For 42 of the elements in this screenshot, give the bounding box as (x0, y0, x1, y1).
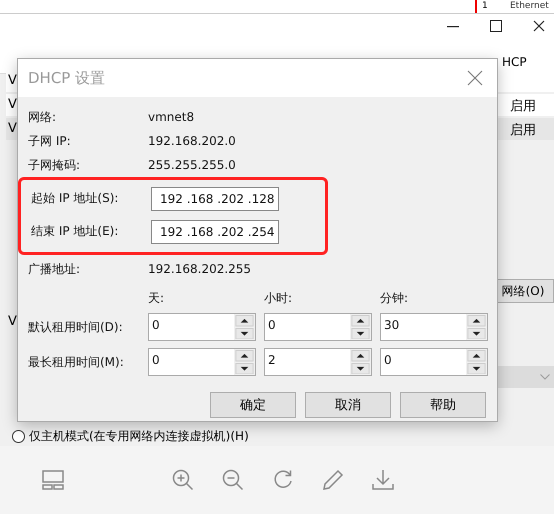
dialog-button[interactable]: 取消 (305, 392, 391, 418)
field-label: 结束 IP 地址(E): (31, 223, 120, 240)
column-header[interactable]: HCP (502, 55, 527, 69)
pencil-icon[interactable] (322, 469, 344, 491)
field-label: 默认租用时间(D): (28, 318, 124, 336)
dialog-button[interactable]: 帮助 (400, 392, 486, 418)
table-cell: V (8, 97, 17, 112)
table-cell-text: 启用 (510, 98, 536, 115)
layout-icon[interactable] (42, 470, 64, 490)
column-label: 分钟: (380, 290, 410, 306)
ip-address-field[interactable]: 192 .168 .202 .254 (151, 220, 279, 244)
field-label: 最长租用时间(M): (28, 354, 125, 370)
field-label: 起始 IP 地址(S): (31, 190, 120, 207)
table-cell: V (8, 73, 17, 88)
field-value: 192.168.202.0 (148, 134, 236, 148)
field-label: 子网 IP: (28, 132, 72, 150)
column-label: 小时: (264, 290, 294, 306)
ip-address-field[interactable]: 192 .168 .202 .128 (151, 186, 279, 210)
column-label: 天: (148, 290, 166, 306)
table-cell: Ethernet (510, 0, 549, 12)
field-label: 广播地址: (28, 260, 82, 278)
zoom-out-icon[interactable] (222, 469, 244, 491)
section-label: V (8, 314, 17, 329)
maximize-icon[interactable] (490, 20, 502, 32)
field-label: 网络: (28, 108, 58, 126)
field-value: vmnet8 (148, 110, 194, 124)
field-value: 255.255.255.0 (148, 158, 236, 172)
rotate-icon[interactable] (272, 469, 294, 491)
close-icon[interactable] (533, 20, 545, 32)
table-cell: V (8, 121, 17, 136)
table-cell-text: 启用 (510, 122, 536, 139)
field-value: 192.168.202.255 (148, 262, 252, 276)
table-cell: 1 (482, 0, 488, 12)
dialog-button[interactable]: 确定 (210, 392, 296, 418)
zoom-in-icon[interactable] (172, 469, 194, 491)
download-icon[interactable] (372, 469, 394, 491)
chevron-icon (540, 374, 550, 380)
dialog-title: DHCP 设置 (28, 68, 106, 88)
minimize-icon[interactable] (447, 26, 459, 28)
field-label: 子网掩码: (28, 156, 82, 174)
radio-button[interactable] (12, 430, 25, 443)
radio-label[interactable]: 仅主机模式(在专用网络内连接虚拟机)(H) (29, 428, 249, 445)
